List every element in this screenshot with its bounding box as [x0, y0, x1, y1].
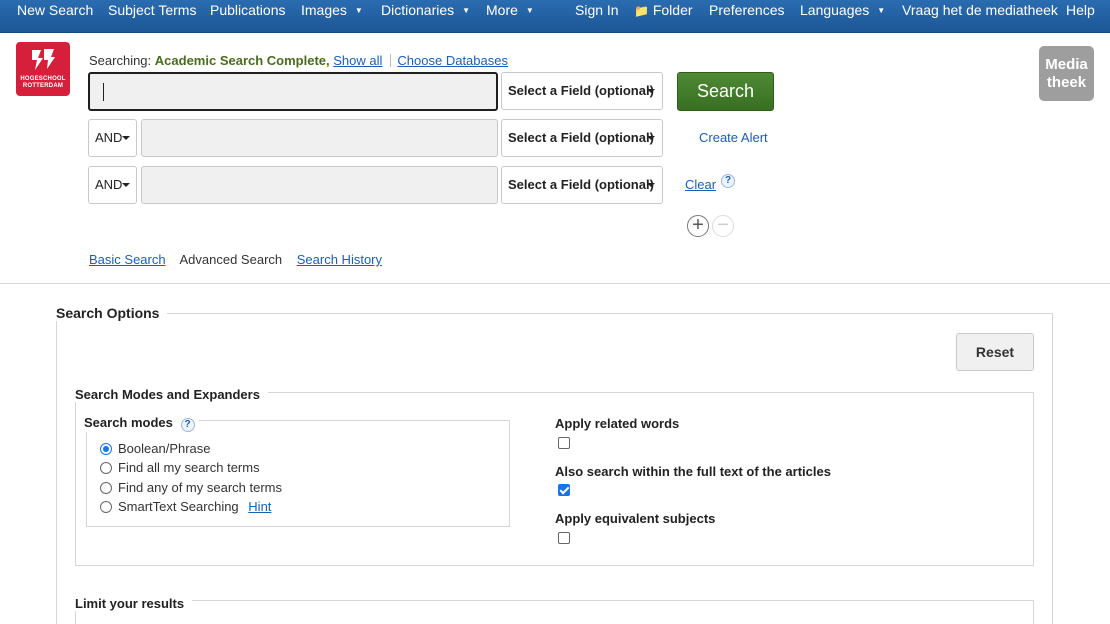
radio-icon[interactable] [100, 462, 112, 474]
nav-dictionaries[interactable]: Dictionaries ▼ [381, 0, 470, 32]
boolean-operator-3[interactable]: AND [88, 166, 137, 204]
add-row-icon[interactable]: + [687, 215, 709, 237]
search-input-2[interactable] [141, 119, 498, 157]
expander-related-words-label: Apply related words [555, 416, 680, 431]
divider [0, 283, 1110, 284]
field-select-1[interactable]: Select a Field (optional) [501, 72, 663, 110]
field-select-label: Select a Field (optional) [508, 177, 654, 192]
caret-down-icon [647, 183, 655, 187]
chevron-down-icon: ▼ [525, 6, 534, 15]
nav-sign-in[interactable]: Sign In [575, 0, 619, 32]
search-mode-boolean[interactable]: Boolean/Phrase [100, 441, 211, 456]
media-logo-line-1: Media [1045, 56, 1088, 73]
expander-full-text-checkbox[interactable] [558, 484, 570, 496]
nav-more[interactable]: More ▼ [486, 0, 534, 32]
expander-full-text-label: Also search within the full text of the … [555, 464, 831, 479]
nav-languages[interactable]: Languages ▼ [800, 0, 885, 32]
radio-icon[interactable] [100, 482, 112, 494]
search-mode-label: SmartText Searching [118, 499, 239, 514]
create-alert-link[interactable]: Create Alert [699, 130, 768, 145]
searching-label: Searching: [89, 53, 152, 68]
caret-down-icon [122, 136, 130, 140]
expander-related-words-checkbox[interactable] [558, 437, 570, 449]
nav-preferences[interactable]: Preferences [709, 0, 784, 32]
nav-more-label: More [486, 2, 518, 18]
logo-line-2: ROTTERDAM [22, 83, 64, 89]
search-mode-label: Find any of my search terms [118, 480, 282, 495]
search-options-title: Search Options [56, 305, 168, 321]
text-cursor [103, 83, 104, 101]
search-button[interactable]: Search [677, 72, 774, 111]
search-mode-label: Find all my search terms [118, 460, 260, 475]
field-select-label: Select a Field (optional) [508, 130, 654, 145]
database-name: Academic Search Complete, [154, 53, 330, 68]
hint-link[interactable]: Hint [248, 499, 271, 514]
limit-results-panel [75, 600, 1034, 624]
expander-equivalent-subjects-checkbox[interactable] [558, 532, 570, 544]
institution-logo[interactable]: HOGESCHOOL ROTTERDAM [16, 42, 70, 96]
search-modes-label: Search modes [84, 415, 173, 430]
nav-new-search[interactable]: New Search [17, 0, 93, 32]
boolean-operator-2[interactable]: AND [88, 119, 137, 157]
nav-subject-terms[interactable]: Subject Terms [108, 0, 196, 32]
search-mode-find-all[interactable]: Find all my search terms [100, 460, 260, 475]
media-logo-line-2: theek [1046, 74, 1087, 91]
logo-line-1: HOGESCHOOL [20, 76, 66, 82]
tab-advanced-search: Advanced Search [179, 252, 283, 267]
tab-search-history[interactable]: Search History [297, 252, 382, 267]
caret-down-icon [647, 136, 655, 140]
nav-images-label: Images [301, 2, 347, 18]
chevron-down-icon: ▼ [462, 6, 471, 15]
choose-databases-link[interactable]: Choose Databases [397, 53, 508, 68]
nav-help[interactable]: Help [1066, 0, 1095, 32]
radio-icon[interactable] [100, 501, 112, 513]
divider [390, 54, 392, 67]
chevron-down-icon: ▼ [877, 6, 886, 15]
chevron-down-icon: ▼ [354, 6, 363, 15]
search-input-1[interactable] [88, 72, 498, 111]
searching-databases: Searching: Academic Search Complete, Sho… [89, 53, 508, 68]
folder-icon: 📁 [634, 4, 649, 18]
remove-row-icon[interactable]: − [712, 215, 734, 237]
expander-equivalent-subjects-label: Apply equivalent subjects [555, 511, 716, 526]
nav-folder-label: Folder [652, 2, 693, 18]
clear-link[interactable]: Clear [685, 177, 716, 192]
caret-down-icon [647, 89, 655, 93]
operator-label: AND [95, 177, 123, 192]
operator-label: AND [95, 130, 123, 145]
search-type-tabs: Basic Search Advanced Search Search Hist… [89, 252, 393, 267]
nav-languages-label: Languages [800, 2, 870, 18]
mediatheek-logo[interactable]: Media theek [1039, 46, 1094, 101]
search-modes-expanders-title: Search Modes and Expanders [75, 387, 268, 402]
nav-ask-library[interactable]: Vraag het de mediatheek [902, 0, 1058, 32]
search-modes-title: Search modes ? [84, 415, 199, 432]
nav-folder[interactable]: 📁 Folder [634, 0, 693, 32]
reset-button[interactable]: Reset [956, 333, 1034, 371]
field-select-label: Select a Field (optional) [508, 83, 654, 98]
limit-results-title: Limit your results [75, 596, 193, 611]
show-all-link[interactable]: Show all [333, 53, 382, 68]
nav-publications[interactable]: Publications [210, 0, 286, 32]
logo-mark-icon [32, 49, 55, 70]
nav-dictionaries-label: Dictionaries [381, 2, 455, 18]
caret-down-icon [122, 183, 130, 187]
field-select-2[interactable]: Select a Field (optional) [501, 119, 663, 157]
search-mode-label: Boolean/Phrase [118, 441, 211, 456]
search-mode-smarttext[interactable]: SmartText Searching Hint [100, 499, 271, 514]
help-icon[interactable]: ? [180, 418, 195, 432]
nav-images[interactable]: Images ▼ [301, 0, 363, 32]
search-mode-find-any[interactable]: Find any of my search terms [100, 480, 282, 495]
radio-selected-icon[interactable] [100, 443, 112, 455]
tab-basic-search[interactable]: Basic Search [89, 252, 166, 267]
top-navigation-bar: New Search Subject Terms Publications Im… [0, 0, 1110, 33]
help-icon[interactable]: ? [721, 174, 735, 188]
search-input-3[interactable] [141, 166, 498, 204]
field-select-3[interactable]: Select a Field (optional) [501, 166, 663, 204]
